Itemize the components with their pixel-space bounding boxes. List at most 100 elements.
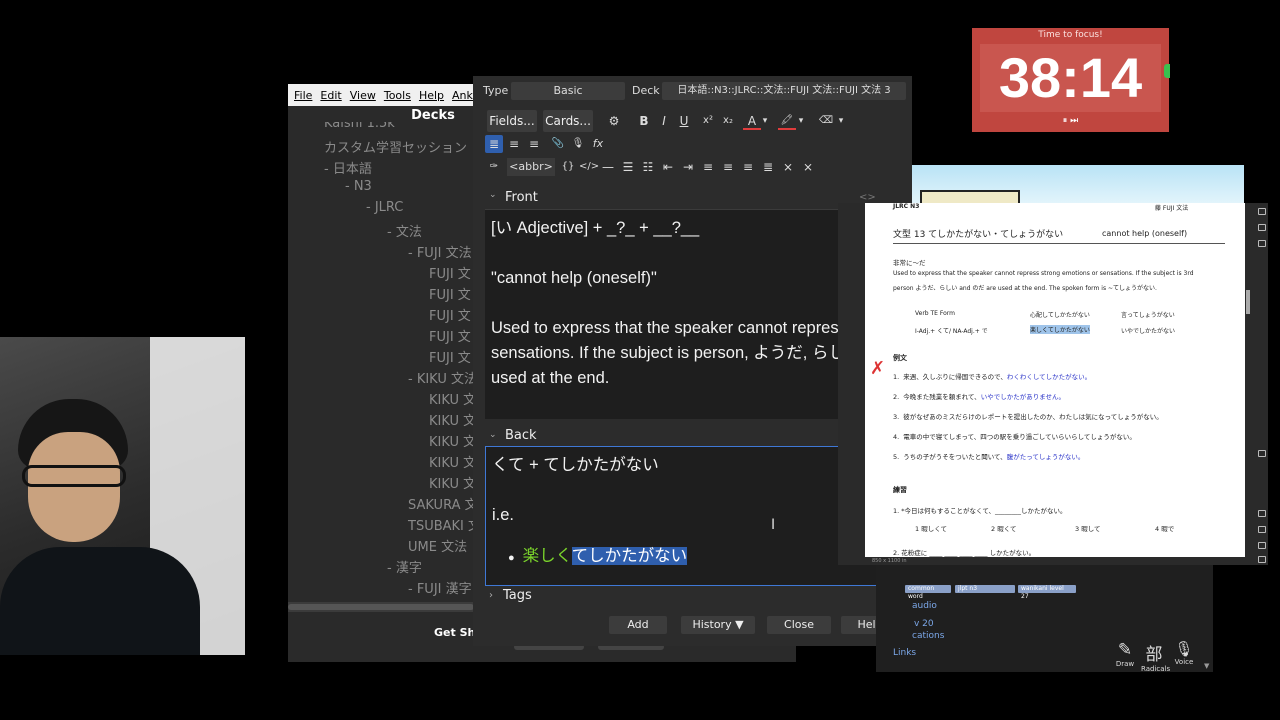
zoom-out-icon[interactable]	[1258, 556, 1266, 563]
align-left-icon[interactable]: ≡	[719, 158, 737, 176]
copy-icon[interactable]	[1258, 240, 1266, 247]
code-icon[interactable]: </>	[579, 158, 599, 176]
tag-pill[interactable]: wanikani level 27	[1018, 585, 1076, 600]
scrollbar-thumb[interactable]	[288, 604, 474, 610]
html-editor-icon[interactable]: <>	[859, 192, 876, 203]
subscript-button[interactable]: x₂	[719, 112, 737, 130]
fit-icon[interactable]	[1258, 526, 1266, 533]
deck-tree-item[interactable]: FUJI 文	[429, 347, 471, 366]
pdf-scrollbar-thumb[interactable]	[1246, 290, 1250, 314]
tags-label[interactable]: Tags	[503, 588, 532, 603]
deck-tree-item[interactable]: FUJI 文	[429, 326, 471, 345]
align-center-icon[interactable]: ≡	[699, 158, 717, 176]
deck-tree-item[interactable]: - KIKU 文法	[408, 368, 474, 387]
history-button[interactable]: History ▼	[681, 616, 755, 634]
underline-button[interactable]: U	[675, 112, 693, 130]
collapse-front-icon[interactable]: ⌄	[489, 190, 497, 200]
chevron-down-icon[interactable]: ▾	[760, 112, 770, 130]
highlight-color-button[interactable]: 🖍	[778, 112, 796, 130]
deck-tree-item[interactable]: UME 文法	[408, 536, 467, 555]
deck-tree-item[interactable]: FUJI 文	[429, 305, 471, 324]
deck-tree-item[interactable]: カスタム学習セッション	[324, 137, 467, 156]
text-color-button[interactable]: A	[743, 112, 761, 130]
deck-tree-item[interactable]: - 文法	[387, 221, 422, 240]
remove-format-icon[interactable]: ⨯	[799, 158, 817, 176]
clear-format-icon[interactable]: ⨯	[779, 158, 797, 176]
deck-chooser-button[interactable]: 日本語::N3::JLRC::文法::FUJI 文法::FUJI 文法 3	[662, 82, 906, 100]
reviewer-link[interactable]: cations	[912, 631, 944, 641]
bold-button[interactable]: B	[635, 112, 653, 130]
ordered-list-icon[interactable]: ≡	[505, 135, 523, 153]
menu-tools[interactable]: Tools	[384, 89, 411, 102]
deck-tree-item[interactable]: KIKU 文	[429, 431, 474, 450]
deck-tree-item[interactable]: KIKU 文	[429, 389, 474, 408]
eraser-icon[interactable]: ⌫	[817, 112, 835, 130]
rotate-icon[interactable]	[1258, 450, 1266, 457]
align-icon[interactable]: ≡	[525, 135, 543, 153]
deck-tree-item[interactable]: FUJI 文	[429, 263, 471, 282]
deck-tree-item[interactable]: - 日本語	[324, 158, 372, 177]
deck-tree-item[interactable]: - 漢字	[387, 557, 422, 576]
chevron-down-icon[interactable]: ▾	[796, 112, 806, 130]
bullet-list-icon[interactable]: ☰	[619, 158, 637, 176]
horizontal-rule-icon[interactable]: —	[599, 158, 617, 176]
voice-tool[interactable]: 🎙 Voice	[1171, 640, 1197, 666]
pdf-example-row: 2. 今晩また残業を頼まれて、いやでしかたがありません。	[893, 391, 1065, 401]
numbered-list-icon[interactable]: ☷	[639, 158, 657, 176]
deck-tree-item[interactable]: TSUBAKI 文	[408, 515, 474, 534]
audio-link[interactable]: audio	[912, 601, 937, 611]
selected-text[interactable]: てしかたがない	[571, 547, 688, 565]
formula-icon[interactable]: fx	[589, 135, 607, 153]
indent-icon[interactable]: ⇥	[679, 158, 697, 176]
justify-icon[interactable]: ≣	[759, 158, 777, 176]
tag-pill[interactable]: jlpt n3	[955, 585, 1015, 593]
links-link[interactable]: Links	[893, 648, 916, 658]
toggle-icon[interactable]: ✑	[485, 158, 503, 176]
zoom-in-icon[interactable]	[1258, 542, 1266, 549]
deck-tree-item[interactable]: - N3	[345, 179, 372, 194]
microphone-icon[interactable]: 🎙	[569, 135, 587, 153]
back-field-editor[interactable]: くて + てしかたがない i.e. ● 楽しくてしかたがない	[485, 446, 893, 586]
note-type-button[interactable]: Basic	[511, 82, 625, 100]
abbr-button[interactable]: <abbr>	[507, 158, 555, 176]
italic-button[interactable]: I	[655, 112, 673, 130]
page-icon[interactable]	[1258, 224, 1266, 231]
fields-button[interactable]: Fields...	[487, 110, 537, 132]
chevron-down-icon[interactable]: ▾	[836, 112, 846, 130]
menu-help[interactable]: Help	[419, 89, 444, 102]
draw-tool[interactable]: ✎ Draw	[1112, 640, 1138, 668]
collapse-back-icon[interactable]: ⌄	[489, 430, 497, 440]
braces-icon[interactable]: {}	[559, 158, 577, 176]
front-field-editor[interactable]: [い Adjective] + _?_ + __?__ "cannot help…	[485, 209, 839, 419]
tag-pill[interactable]: common word	[905, 585, 951, 600]
align-right-icon[interactable]: ≡	[739, 158, 757, 176]
close-button[interactable]: Close	[767, 616, 831, 634]
menu-edit[interactable]: Edit	[320, 89, 341, 102]
refresh-icon[interactable]	[1258, 510, 1266, 517]
paperclip-icon[interactable]: 📎	[549, 135, 567, 153]
unordered-list-icon[interactable]: ≣	[485, 135, 503, 153]
menu-file[interactable]: File	[294, 89, 312, 102]
radicals-tool[interactable]: 部 Radicals	[1141, 640, 1170, 673]
chevron-down-icon[interactable]: ▼	[1204, 662, 1209, 670]
add-button[interactable]: Add	[609, 616, 667, 634]
deck-tree-item[interactable]: KIKU 文	[429, 410, 474, 429]
deck-tree-item[interactable]: KIKU 文	[429, 452, 474, 471]
menu-view[interactable]: View	[350, 89, 376, 102]
deck-tree-item[interactable]: Kaishi 1.5k	[324, 122, 395, 131]
deck-tree-item[interactable]: - FUJI 文法	[408, 242, 472, 261]
outdent-icon[interactable]: ⇤	[659, 158, 677, 176]
deck-tree-item[interactable]: - FUJI 漢字	[408, 578, 472, 597]
cards-button[interactable]: Cards...	[543, 110, 593, 132]
timer-controls[interactable]: ⏸ ⏭	[972, 116, 1169, 126]
deck-tree-item[interactable]: KIKU 文	[429, 473, 474, 492]
superscript-button[interactable]: x²	[699, 112, 717, 130]
deck-tree-item[interactable]: SAKURA 文	[408, 494, 474, 513]
deck-tree-item[interactable]: FUJI 文	[429, 284, 471, 303]
deck-tree-item[interactable]: - JLRC	[366, 200, 403, 215]
zoom-fit-icon[interactable]	[1258, 208, 1266, 215]
gear-icon[interactable]: ⚙	[605, 112, 623, 130]
expand-tags-icon[interactable]: ›	[489, 590, 493, 601]
reviewer-link[interactable]: v 20	[914, 619, 934, 629]
pdf-page[interactable]: JLRC N3 藤 FUJI 文法 文型 13 てしかたがない・てしょうがない …	[865, 203, 1245, 557]
